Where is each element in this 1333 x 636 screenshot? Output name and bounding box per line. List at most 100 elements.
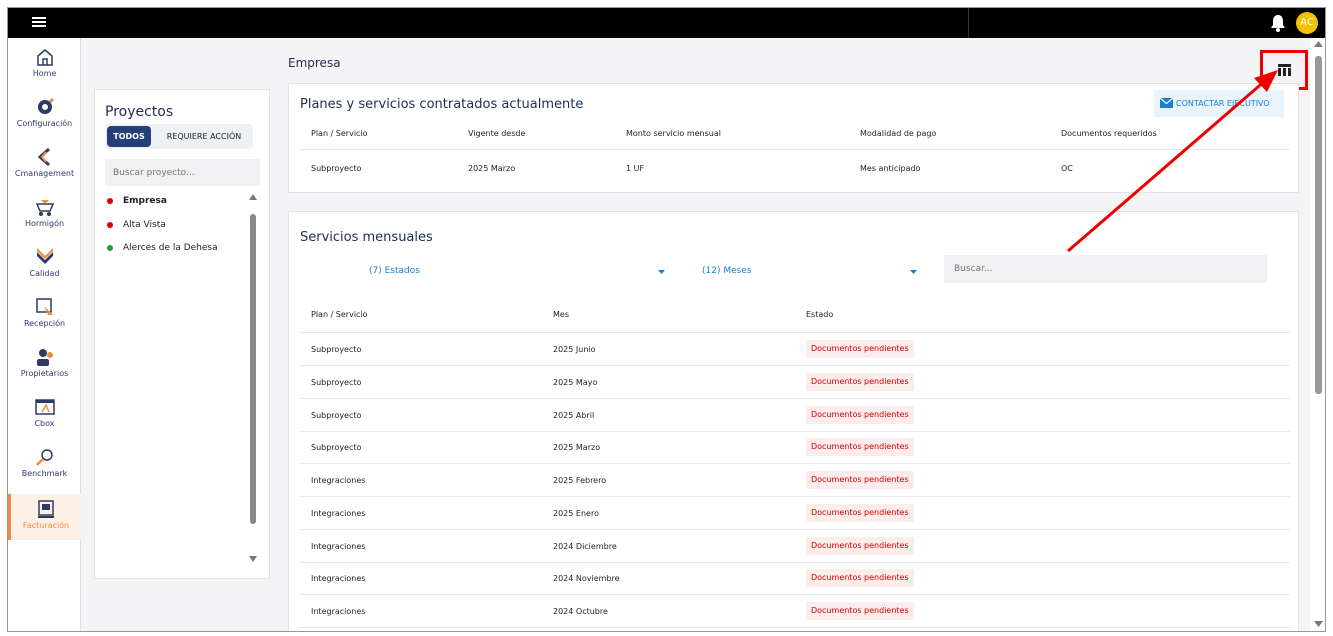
column-header: Mes: [553, 310, 569, 319]
avatar[interactable]: AC: [1296, 12, 1318, 34]
nav-item-calidad[interactable]: Calidad: [8, 242, 81, 288]
table-cell: 2025 Marzo: [553, 443, 601, 452]
nav-item-home[interactable]: Home: [8, 42, 81, 88]
table-cell: 2025 Enero: [553, 509, 599, 518]
table-cell: Subproyecto: [311, 443, 362, 452]
gear-icon: [37, 98, 54, 114]
table-layout-icon: [1278, 64, 1291, 76]
status-dot: [107, 221, 113, 228]
scroll-up-icon[interactable]: [249, 194, 257, 200]
table-cell: Subproyecto: [311, 378, 362, 387]
home-icon: [36, 49, 53, 66]
mail-icon: [1160, 98, 1173, 108]
project-filter-tabs: TODOS REQUIERE ACCIÓN: [105, 124, 253, 149]
status-dot: [107, 197, 113, 204]
row-divider: [300, 365, 1290, 366]
table-cell: Subproyecto: [311, 345, 362, 354]
projects-title: Proyectos: [105, 104, 174, 120]
status-badge: Documentos pendientes: [806, 602, 914, 620]
tab-requiere-accion[interactable]: REQUIERE ACCIÓN: [157, 126, 251, 147]
bell-icon[interactable]: [1270, 14, 1288, 32]
projects-panel: Proyectos TODOS REQUIERE ACCIÓN Empresa …: [94, 89, 270, 579]
nav-label: Cbox: [34, 419, 55, 428]
nav-item-configuracion[interactable]: Configuración: [8, 92, 81, 138]
scrollbar-thumb[interactable]: [250, 214, 256, 524]
nav-label: Benchmark: [21, 469, 68, 478]
cmanagement-icon: [37, 147, 50, 167]
project-search-input[interactable]: [105, 159, 260, 186]
row-divider: [300, 529, 1290, 530]
status-badge: Documentos pendientes: [806, 504, 914, 522]
table-cell: 2025 Marzo: [468, 164, 516, 173]
nav-item-propietarios[interactable]: Propietarios: [8, 342, 81, 388]
table-cell: OC: [1061, 164, 1073, 173]
scrollbar-thumb[interactable]: [1315, 56, 1322, 394]
nav-label: Configuración: [16, 119, 73, 128]
project-item[interactable]: Alerces de la Dehesa: [107, 243, 218, 253]
table-cell: Integraciones: [311, 509, 366, 518]
concrete-mixer-icon: [35, 200, 54, 216]
table-cell: 2024 Diciembre: [553, 542, 617, 551]
table-cell: Integraciones: [311, 574, 366, 583]
row-divider: [300, 149, 1290, 150]
table-cell: 2025 Febrero: [553, 476, 607, 485]
column-header: Documentos requeridos: [1061, 129, 1157, 138]
hamburger-icon[interactable]: [32, 14, 52, 32]
reception-icon: [35, 298, 53, 315]
nav-item-cbox[interactable]: Cbox: [8, 392, 81, 438]
row-divider: [300, 332, 1290, 333]
table-cell: Subproyecto: [311, 164, 362, 173]
status-badge: Documentos pendientes: [806, 471, 914, 489]
contact-executive-button[interactable]: CONTACTAR EJECUTIVO: [1154, 90, 1284, 117]
nav-item-cmanagement[interactable]: Cmanagement: [8, 142, 81, 188]
nav-label: Recepción: [23, 319, 66, 328]
status-badge: Documentos pendientes: [806, 569, 914, 587]
chevron-down-icon[interactable]: [910, 270, 917, 274]
cbox-icon: [34, 399, 55, 415]
row-divider: [300, 496, 1290, 497]
row-divider: [300, 562, 1290, 563]
status-badge: Documentos pendientes: [806, 438, 914, 456]
nav-item-recepcion[interactable]: Recepción: [8, 292, 81, 338]
nav-item-hormigon[interactable]: Hormigón: [8, 192, 81, 238]
nav-label: Facturación: [22, 521, 70, 530]
app-window: AC Home Configuración Cmanagement Hormig…: [7, 7, 1326, 632]
table-cell: Integraciones: [311, 542, 366, 551]
main-scrollbar[interactable]: [1310, 38, 1325, 631]
benchmark-icon: [35, 449, 53, 466]
nav-label: Propietarios: [20, 369, 69, 378]
nav-item-benchmark[interactable]: Benchmark: [8, 442, 81, 488]
nav-item-facturacion[interactable]: Facturación: [8, 494, 81, 540]
scroll-down-icon[interactable]: [249, 556, 257, 562]
meses-filter[interactable]: (12) Meses: [702, 266, 752, 276]
contracted-plans-card: Planes y servicios contratados actualmen…: [288, 83, 1299, 193]
project-item[interactable]: Empresa: [107, 196, 167, 206]
tab-todos[interactable]: TODOS: [107, 126, 151, 147]
table-cell: Integraciones: [311, 607, 366, 616]
column-header: Vigente desde: [468, 129, 526, 138]
table-cell: 2025 Junio: [553, 345, 596, 354]
chevron-down-icon[interactable]: [658, 270, 665, 274]
estados-filter[interactable]: (7) Estados: [369, 266, 420, 276]
row-divider: [300, 398, 1290, 399]
table-cell: 2024 Noviembre: [553, 574, 620, 583]
owners-icon: [36, 349, 53, 366]
column-header: Estado: [806, 310, 834, 319]
status-badge: Documentos pendientes: [806, 340, 914, 358]
column-header: Plan / Servicio: [311, 129, 368, 138]
service-search-input[interactable]: [944, 255, 1267, 283]
project-item[interactable]: Alta Vista: [107, 220, 166, 230]
scroll-up-icon[interactable]: [1314, 41, 1323, 47]
status-badge: Documentos pendientes: [806, 373, 914, 391]
table-cell: 2025 Mayo: [553, 378, 598, 387]
project-list-scrollbar[interactable]: [249, 194, 257, 574]
nav-label: Hormigón: [24, 219, 65, 228]
card-title: Servicios mensuales: [300, 230, 433, 245]
scroll-down-icon[interactable]: [1314, 621, 1323, 627]
status-dot: [107, 244, 113, 251]
table-cell: 2024 Octubre: [553, 607, 608, 616]
table-cell: 1 UF: [626, 164, 645, 173]
side-navigation: Home Configuración Cmanagement Hormigón …: [8, 38, 81, 631]
billing-icon: [38, 500, 54, 518]
top-bar: AC: [8, 8, 1325, 38]
